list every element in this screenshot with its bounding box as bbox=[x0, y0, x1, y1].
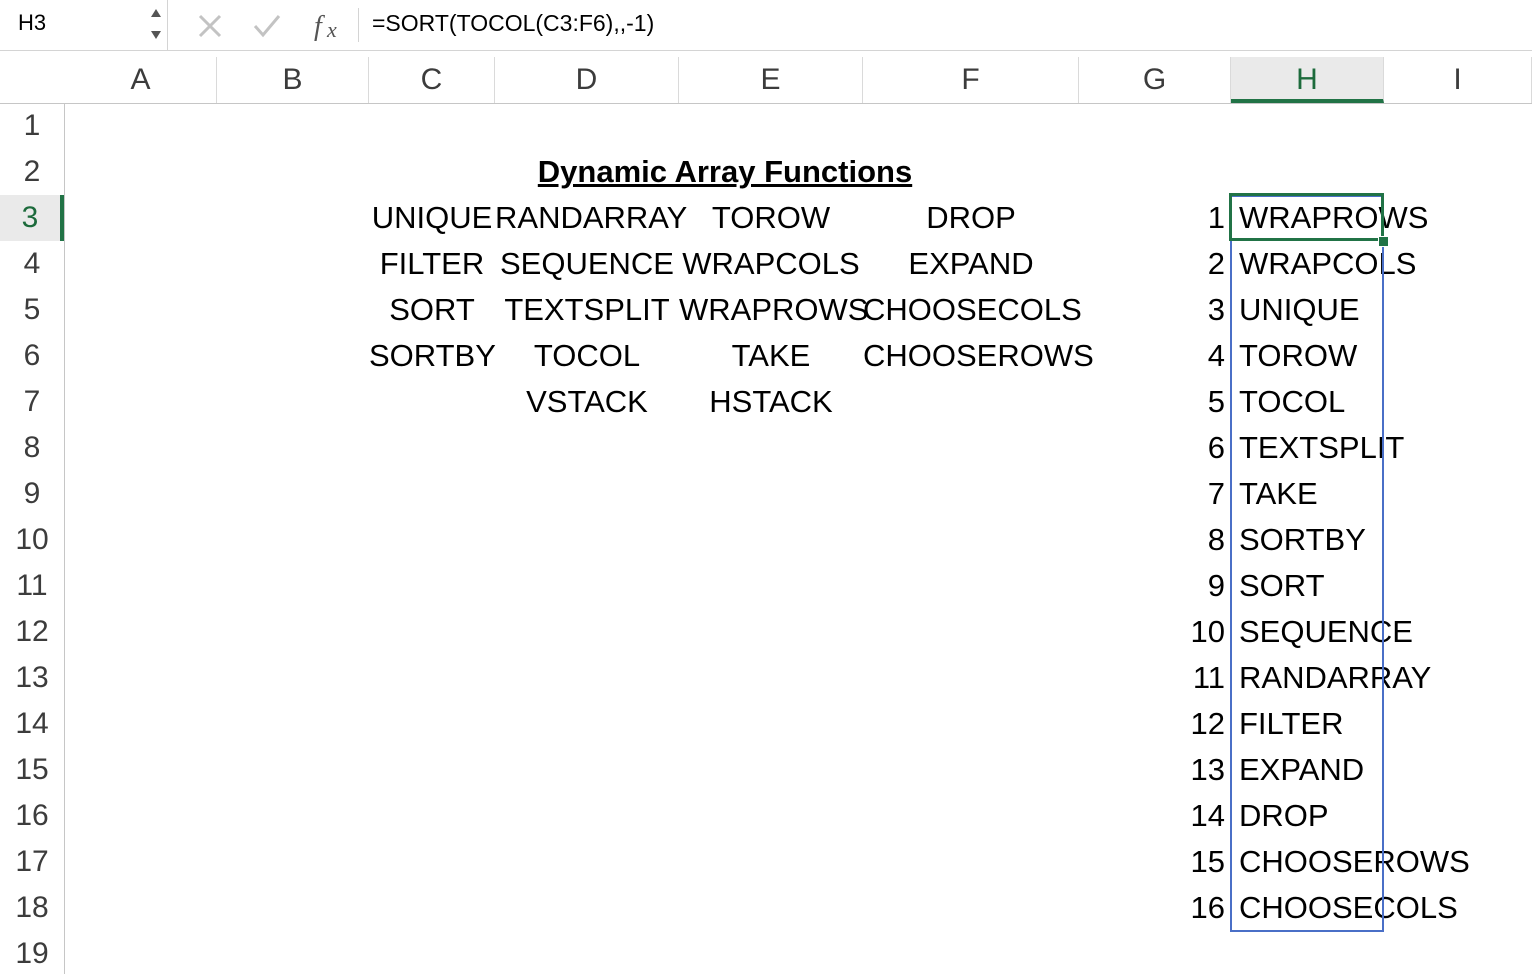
cell-f5[interactable]: CHOOSECOLS bbox=[863, 287, 1082, 333]
function-icon[interactable]: f x bbox=[312, 8, 348, 49]
row-header-13[interactable]: 13 bbox=[0, 655, 64, 701]
column-header-a[interactable]: A bbox=[65, 57, 217, 103]
row-header-18[interactable]: 18 bbox=[0, 885, 64, 931]
cell-c4[interactable]: FILTER bbox=[369, 241, 495, 287]
active-cell-border bbox=[1229, 193, 1384, 241]
column-header-b[interactable]: B bbox=[217, 57, 369, 103]
cell-e7[interactable]: HSTACK bbox=[679, 379, 863, 425]
row-header-15[interactable]: 15 bbox=[0, 747, 64, 793]
row-header-17[interactable]: 17 bbox=[0, 839, 64, 885]
cell-d6[interactable]: TOCOL bbox=[495, 333, 679, 379]
cell-g4[interactable]: 2 bbox=[1079, 241, 1225, 287]
column-header-i[interactable]: I bbox=[1384, 57, 1532, 103]
column-headers: A B C D E F G H I bbox=[0, 57, 1532, 104]
formula-separator bbox=[358, 8, 359, 42]
cell-d3[interactable]: RANDARRAY bbox=[495, 195, 687, 241]
fill-handle[interactable] bbox=[1378, 236, 1389, 247]
cell-g16[interactable]: 14 bbox=[1079, 793, 1225, 839]
sheet-title[interactable]: Dynamic Array Functions bbox=[495, 149, 955, 195]
row-header-4[interactable]: 4 bbox=[0, 241, 64, 287]
cell-e4[interactable]: WRAPCOLS bbox=[679, 241, 863, 287]
row-header-19[interactable]: 19 bbox=[0, 931, 64, 977]
cell-g9[interactable]: 7 bbox=[1079, 471, 1225, 517]
cell-f4[interactable]: EXPAND bbox=[863, 241, 1079, 287]
cancel-icon[interactable] bbox=[194, 8, 226, 47]
svg-text:x: x bbox=[326, 17, 337, 42]
cell-g5[interactable]: 3 bbox=[1079, 287, 1225, 333]
row-header-16[interactable]: 16 bbox=[0, 793, 64, 839]
column-header-c[interactable]: C bbox=[369, 57, 495, 103]
cell-g10[interactable]: 8 bbox=[1079, 517, 1225, 563]
cell-f3[interactable]: DROP bbox=[863, 195, 1079, 241]
cell-d4[interactable]: SEQUENCE bbox=[495, 241, 679, 287]
svg-text:f: f bbox=[314, 11, 325, 42]
row-header-9[interactable]: 9 bbox=[0, 471, 64, 517]
cell-g14[interactable]: 12 bbox=[1079, 701, 1225, 747]
cell-g6[interactable]: 4 bbox=[1079, 333, 1225, 379]
row-header-1[interactable]: 1 bbox=[0, 103, 64, 149]
formula-input[interactable]: =SORT(TOCOL(C3:F6),,-1) bbox=[372, 10, 654, 37]
row-header-6[interactable]: 6 bbox=[0, 333, 64, 379]
name-box[interactable]: H3 bbox=[0, 0, 168, 50]
row-header-3[interactable]: 3 bbox=[0, 195, 64, 241]
cell-c6[interactable]: SORTBY bbox=[369, 333, 496, 379]
cell-e5[interactable]: WRAPROWS bbox=[679, 287, 868, 333]
cell-g13[interactable]: 11 bbox=[1079, 655, 1225, 701]
cell-c3[interactable]: UNIQUE bbox=[369, 195, 495, 241]
column-header-g[interactable]: G bbox=[1079, 57, 1231, 103]
cell-d5[interactable]: TEXTSPLIT bbox=[495, 287, 679, 333]
column-header-h[interactable]: H bbox=[1231, 57, 1384, 103]
cell-g12[interactable]: 10 bbox=[1079, 609, 1225, 655]
row-header-8[interactable]: 8 bbox=[0, 425, 64, 471]
cell-g17[interactable]: 15 bbox=[1079, 839, 1225, 885]
row-headers: 1 2 3 4 5 6 7 8 9 10 11 12 13 14 15 16 1… bbox=[0, 103, 65, 974]
cell-e3[interactable]: TOROW bbox=[679, 195, 863, 241]
column-header-d[interactable]: D bbox=[495, 57, 679, 103]
cell-c5[interactable]: SORT bbox=[369, 287, 495, 333]
row-header-2[interactable]: 2 bbox=[0, 149, 64, 195]
cell-g8[interactable]: 6 bbox=[1079, 425, 1225, 471]
cell-g3[interactable]: 1 bbox=[1079, 195, 1225, 241]
row-header-12[interactable]: 12 bbox=[0, 609, 64, 655]
spill-range-border bbox=[1230, 195, 1384, 932]
row-header-14[interactable]: 14 bbox=[0, 701, 64, 747]
column-header-e[interactable]: E bbox=[679, 57, 863, 103]
cell-d7[interactable]: VSTACK bbox=[495, 379, 679, 425]
cell-e6[interactable]: TAKE bbox=[679, 333, 863, 379]
column-header-f[interactable]: F bbox=[863, 57, 1079, 103]
row-header-5[interactable]: 5 bbox=[0, 287, 64, 333]
cell-g18[interactable]: 16 bbox=[1079, 885, 1225, 931]
cell-f6[interactable]: CHOOSEROWS bbox=[863, 333, 1094, 379]
name-box-value: H3 bbox=[18, 10, 47, 35]
row-header-7[interactable]: 7 bbox=[0, 379, 64, 425]
enter-icon[interactable] bbox=[250, 8, 284, 47]
row-header-11[interactable]: 11 bbox=[0, 563, 64, 609]
cell-g15[interactable]: 13 bbox=[1079, 747, 1225, 793]
name-box-stepper-icon[interactable] bbox=[148, 4, 164, 44]
cell-g11[interactable]: 9 bbox=[1079, 563, 1225, 609]
row-header-10[interactable]: 10 bbox=[0, 517, 64, 563]
cell-g7[interactable]: 5 bbox=[1079, 379, 1225, 425]
formula-bar: H3 f x =SORT(TOCOL(C3:F6),,-1) bbox=[0, 0, 1532, 51]
